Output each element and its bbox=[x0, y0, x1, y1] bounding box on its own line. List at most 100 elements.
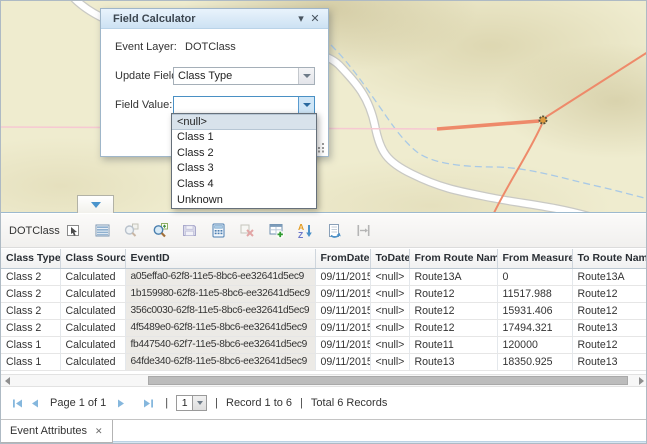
next-page-icon bbox=[115, 397, 128, 410]
cell[interactable]: 09/11/2015 bbox=[315, 302, 370, 319]
dropdown-option-class3[interactable]: Class 3 bbox=[172, 161, 316, 177]
cell[interactable]: <null> bbox=[370, 319, 409, 336]
cell[interactable]: Route11 bbox=[409, 336, 497, 353]
update-field-dropdown-button[interactable] bbox=[298, 68, 314, 84]
column-header-fromdate[interactable]: FromDate bbox=[315, 249, 370, 268]
table-row[interactable]: Class 2 Calculated 356c0030-62f8-11e5-8b… bbox=[1, 302, 647, 319]
cell[interactable]: Route12 bbox=[572, 302, 647, 319]
append-records-button[interactable] bbox=[264, 219, 288, 243]
column-header-todate[interactable]: ToDate bbox=[370, 249, 409, 268]
cell[interactable]: Calculated bbox=[60, 336, 125, 353]
cell[interactable]: <null> bbox=[370, 353, 409, 370]
cell[interactable]: Calculated bbox=[60, 268, 125, 285]
cell[interactable]: <null> bbox=[370, 285, 409, 302]
cell[interactable]: 120000 bbox=[497, 336, 572, 353]
column-header-class-source[interactable]: Class Source bbox=[60, 249, 125, 268]
update-field-combobox[interactable]: Class Type bbox=[173, 67, 315, 85]
cell[interactable]: Class 1 bbox=[1, 353, 60, 370]
cell[interactable]: Route13 bbox=[409, 353, 497, 370]
cell[interactable]: Calculated bbox=[60, 285, 125, 302]
sort-records-button[interactable]: A Z bbox=[293, 219, 317, 243]
cell[interactable]: 09/11/2015 bbox=[315, 285, 370, 302]
cell[interactable]: Calculated bbox=[60, 353, 125, 370]
cell[interactable]: Route13 bbox=[572, 319, 647, 336]
zoom-to-selected-button[interactable] bbox=[119, 219, 143, 243]
field-value-dropdown-button[interactable] bbox=[298, 97, 314, 113]
fit-columns-button[interactable] bbox=[351, 219, 375, 243]
cell[interactable]: 1b159980-62f8-11e5-8bc6-ee32641d5ec9 bbox=[125, 285, 315, 302]
tab-event-attributes[interactable]: Event Attributes ✕ bbox=[1, 420, 113, 443]
cell[interactable]: Calculated bbox=[60, 319, 125, 336]
page-select-combobox[interactable]: 1 bbox=[176, 395, 207, 411]
table-row[interactable]: Class 2 Calculated a05effa0-62f8-11e5-8b… bbox=[1, 268, 647, 285]
cell[interactable]: <null> bbox=[370, 302, 409, 319]
dropdown-option-class1[interactable]: Class 1 bbox=[172, 130, 316, 146]
cell[interactable]: Route13A bbox=[572, 268, 647, 285]
cell[interactable]: a05effa0-62f8-11e5-8bc6-ee32641d5ec9 bbox=[125, 268, 315, 285]
cell[interactable]: Route12 bbox=[409, 285, 497, 302]
cell[interactable]: 09/11/2015 bbox=[315, 336, 370, 353]
scroll-left-icon[interactable] bbox=[1, 375, 14, 386]
field-value-combobox[interactable] bbox=[173, 96, 315, 114]
cell[interactable]: 18350.925 bbox=[497, 353, 572, 370]
cell[interactable]: Route13 bbox=[572, 353, 647, 370]
cell[interactable]: Class 2 bbox=[1, 319, 60, 336]
cell[interactable]: 64fde340-62f8-11e5-8bc6-ee32641d5ec9 bbox=[125, 353, 315, 370]
table-row[interactable]: Class 1 Calculated fb447540-62f7-11e5-8b… bbox=[1, 336, 647, 353]
close-tab-icon[interactable]: ✕ bbox=[95, 426, 103, 437]
dialog-titlebar[interactable]: Field Calculator ▾ ✕ bbox=[101, 9, 328, 29]
column-header-from-route-name[interactable]: From Route Name bbox=[409, 249, 497, 268]
table-row[interactable]: Class 1 Calculated 64fde340-62f8-11e5-8b… bbox=[1, 353, 647, 370]
collapse-table-button[interactable] bbox=[77, 195, 114, 213]
cell[interactable]: <null> bbox=[370, 336, 409, 353]
cell[interactable]: Route12 bbox=[572, 336, 647, 353]
column-header-from-measure[interactable]: From Measure bbox=[497, 249, 572, 268]
cell[interactable]: Calculated bbox=[60, 302, 125, 319]
cell[interactable]: 0 bbox=[497, 268, 572, 285]
select-records-button[interactable] bbox=[61, 219, 85, 243]
cell[interactable]: 15931.406 bbox=[497, 302, 572, 319]
page-select-dropdown-button[interactable] bbox=[193, 395, 207, 411]
cell[interactable]: Class 2 bbox=[1, 268, 60, 285]
cell[interactable]: 09/11/2015 bbox=[315, 353, 370, 370]
field-calculator-button[interactable] bbox=[206, 219, 230, 243]
cell[interactable]: 09/11/2015 bbox=[315, 268, 370, 285]
column-header-to-route-name[interactable]: To Route Name bbox=[572, 249, 647, 268]
delete-selected-button[interactable] bbox=[235, 219, 259, 243]
last-page-button[interactable] bbox=[140, 395, 157, 412]
cell[interactable]: 4f5489e0-62f8-11e5-8bc6-ee32641d5ec9 bbox=[125, 319, 315, 336]
close-dialog-icon[interactable]: ✕ bbox=[308, 10, 322, 28]
collapse-dialog-icon[interactable]: ▾ bbox=[294, 10, 308, 28]
cell[interactable]: Route13A bbox=[409, 268, 497, 285]
cell[interactable]: Route12 bbox=[409, 302, 497, 319]
table-row[interactable]: Class 2 Calculated 1b159980-62f8-11e5-8b… bbox=[1, 285, 647, 302]
previous-page-button[interactable] bbox=[26, 395, 43, 412]
save-results-button[interactable] bbox=[177, 219, 201, 243]
show-selected-records-button[interactable] bbox=[90, 219, 114, 243]
column-header-class-type[interactable]: Class Type bbox=[1, 249, 60, 268]
dropdown-option-class2[interactable]: Class 2 bbox=[172, 146, 316, 162]
cell[interactable]: Class 2 bbox=[1, 285, 60, 302]
cell[interactable]: <null> bbox=[370, 268, 409, 285]
dropdown-option-class4[interactable]: Class 4 bbox=[172, 177, 316, 193]
scrollbar-thumb[interactable] bbox=[148, 376, 628, 385]
table-row[interactable]: Class 2 Calculated 4f5489e0-62f8-11e5-8b… bbox=[1, 319, 647, 336]
cell[interactable]: Class 1 bbox=[1, 336, 60, 353]
cell[interactable]: Route12 bbox=[409, 319, 497, 336]
first-page-button[interactable] bbox=[9, 395, 26, 412]
scroll-right-icon[interactable] bbox=[635, 375, 647, 386]
cell[interactable]: Class 2 bbox=[1, 302, 60, 319]
switch-selection-button[interactable] bbox=[322, 219, 346, 243]
cell[interactable]: 09/11/2015 bbox=[315, 319, 370, 336]
column-header-eventid[interactable]: EventID bbox=[125, 249, 315, 268]
dropdown-option-null[interactable]: <null> bbox=[172, 114, 316, 130]
next-page-button[interactable] bbox=[113, 395, 130, 412]
cell[interactable]: 11517.988 bbox=[497, 285, 572, 302]
horizontal-scrollbar[interactable] bbox=[1, 374, 647, 387]
cell[interactable]: 356c0030-62f8-11e5-8bc6-ee32641d5ec9 bbox=[125, 302, 315, 319]
cell[interactable]: 17494.321 bbox=[497, 319, 572, 336]
zoom-to-features-button[interactable] bbox=[148, 219, 172, 243]
dropdown-option-unknown[interactable]: Unknown bbox=[172, 193, 316, 209]
cell[interactable]: fb447540-62f7-11e5-8bc6-ee32641d5ec9 bbox=[125, 336, 315, 353]
cell[interactable]: Route12 bbox=[572, 285, 647, 302]
